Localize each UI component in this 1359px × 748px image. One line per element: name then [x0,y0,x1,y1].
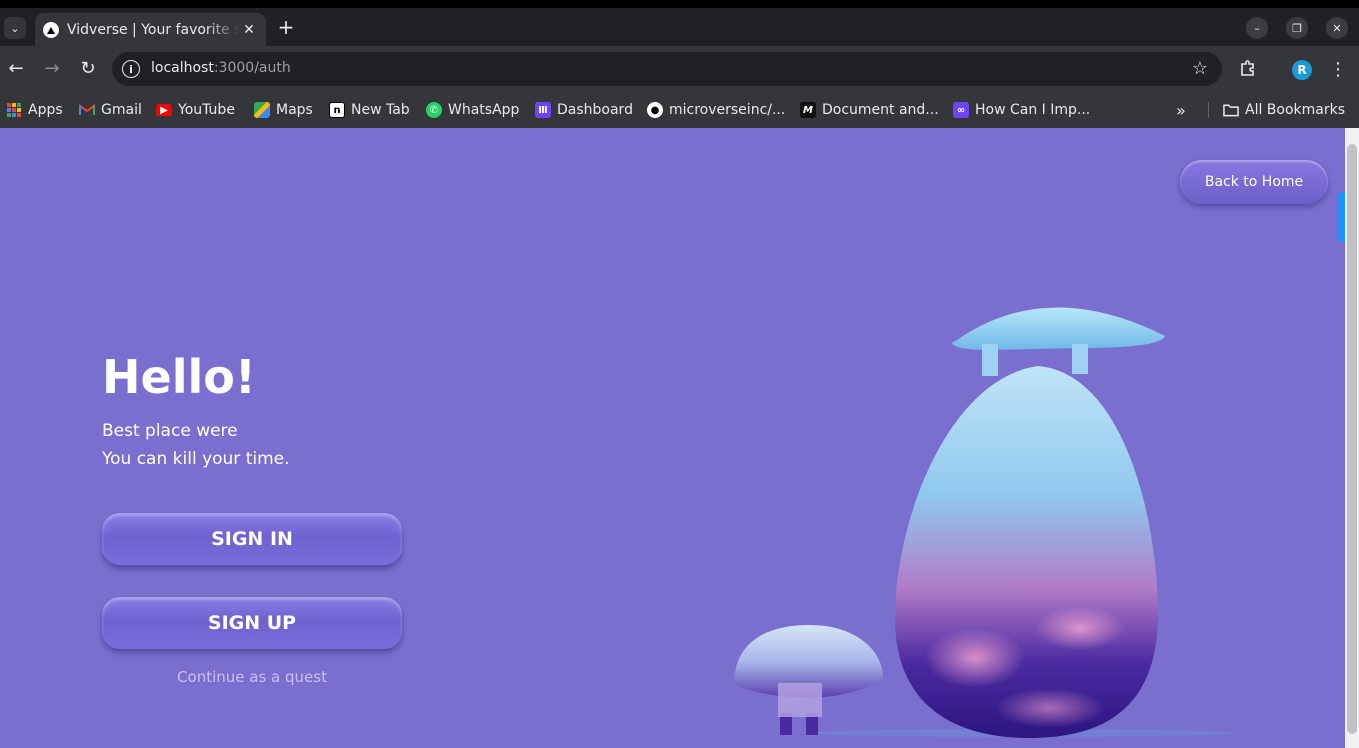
forward-arrow-icon[interactable]: → [41,57,63,79]
continue-as-guest-link[interactable]: Continue as a quest [102,668,402,686]
dashboard-icon: Ⅲ [535,102,551,118]
minimize-icon[interactable]: – [1246,17,1268,39]
url-path: :3000/auth [213,60,291,76]
bookmark-label: Dashboard [557,102,633,118]
bookmark-new-tab[interactable]: n New Tab [329,99,410,121]
back-to-home-button[interactable]: Back to Home [1180,160,1328,204]
bookmarks-overflow-chevron-icon[interactable]: » [1176,99,1186,121]
new-tab-plus-icon[interactable]: + [276,16,296,38]
tab-bar: ⌄ Vidverse | Your favorite streaming pla… [0,8,1359,47]
scrollbar-thumb[interactable] [1347,144,1357,734]
page-viewport: Back to Home Hello! Best place were You … [0,128,1345,748]
bookmark-document[interactable]: M Document and... [800,99,939,121]
bookmark-label: How Can I Imp... [975,102,1091,118]
bookmark-youtube[interactable]: ▶ YouTube [156,99,235,121]
bookmark-dashboard[interactable]: Ⅲ Dashboard [535,99,633,121]
vercel-favicon-icon [43,22,59,38]
scroll-indicator [1338,192,1345,242]
browser-toolbar: ← → ↻ i localhost:3000/auth ☆ R ⋮ [0,46,1359,92]
extensions-puzzle-icon[interactable] [1237,58,1259,80]
bookmark-gmail[interactable]: Gmail [79,99,142,121]
bookmarks-divider [1208,102,1209,118]
bookmarks-bar: Apps Gmail ▶ YouTube Maps n New Tab ✆ Wh… [0,92,1359,128]
url-host: localhost [151,60,214,76]
restore-icon[interactable]: ❐ [1286,17,1308,39]
apps-grid-icon [6,102,22,118]
bookmark-label: microverseinc/... [669,102,786,118]
folder-icon [1223,102,1239,118]
tagline-line-1: Best place were [102,421,238,441]
hello-heading: Hello! [102,350,256,404]
tab-close-icon[interactable]: ✕ [240,22,258,38]
youtube-icon: ▶ [156,104,172,116]
reload-icon[interactable]: ↻ [77,57,99,79]
maps-icon [254,102,270,118]
bookmark-label: WhatsApp [448,102,520,118]
window-top-strip [0,0,1359,8]
github-icon: ● [647,102,663,118]
bookmark-label: Gmail [101,102,142,118]
bookmark-maps[interactable]: Maps [254,99,313,121]
tagline-line-2: You can kill your time. [102,449,290,469]
window-close-icon[interactable]: ✕ [1326,17,1348,39]
page-scrollbar[interactable] [1345,128,1359,748]
mushroom-creatures-illustration [734,307,1235,738]
all-bookmarks-label: All Bookmarks [1245,102,1346,118]
site-info-icon[interactable]: i [122,60,140,78]
bookmark-label: Apps [28,102,63,118]
bookmark-apps[interactable]: Apps [6,99,63,121]
bookmark-label: Maps [276,102,313,118]
back-arrow-icon[interactable]: ← [5,57,27,79]
bookmark-label: Document and... [822,102,939,118]
address-bar[interactable]: i localhost:3000/auth ☆ [112,52,1222,86]
profile-avatar[interactable]: R [1292,60,1312,80]
tab-title: Vidverse | Your favorite streaming platf… [67,22,240,38]
bookmark-github[interactable]: ● microverseinc/... [647,99,785,121]
bookmark-whatsapp[interactable]: ✆ WhatsApp [426,99,519,121]
how-can-icon: ∞ [953,102,969,118]
sign-up-button[interactable]: SIGN UP [102,597,402,649]
bookmark-star-icon[interactable]: ☆ [1192,58,1208,79]
bookmark-label: New Tab [351,102,410,118]
document-icon: M [800,102,816,118]
whatsapp-icon: ✆ [426,102,442,118]
sign-in-button[interactable]: SIGN IN [102,513,402,565]
bookmark-how-can[interactable]: ∞ How Can I Imp... [953,99,1090,121]
browser-tab[interactable]: Vidverse | Your favorite streaming platf… [35,13,266,47]
bookmark-label: YouTube [178,102,235,118]
browser-menu-icon[interactable]: ⋮ [1327,58,1349,80]
gmail-icon [79,102,95,118]
notion-icon: n [329,102,345,118]
tab-search-chevron-icon[interactable]: ⌄ [4,17,26,39]
url-text: localhost:3000/auth [151,60,291,76]
all-bookmarks[interactable]: All Bookmarks [1223,99,1345,121]
